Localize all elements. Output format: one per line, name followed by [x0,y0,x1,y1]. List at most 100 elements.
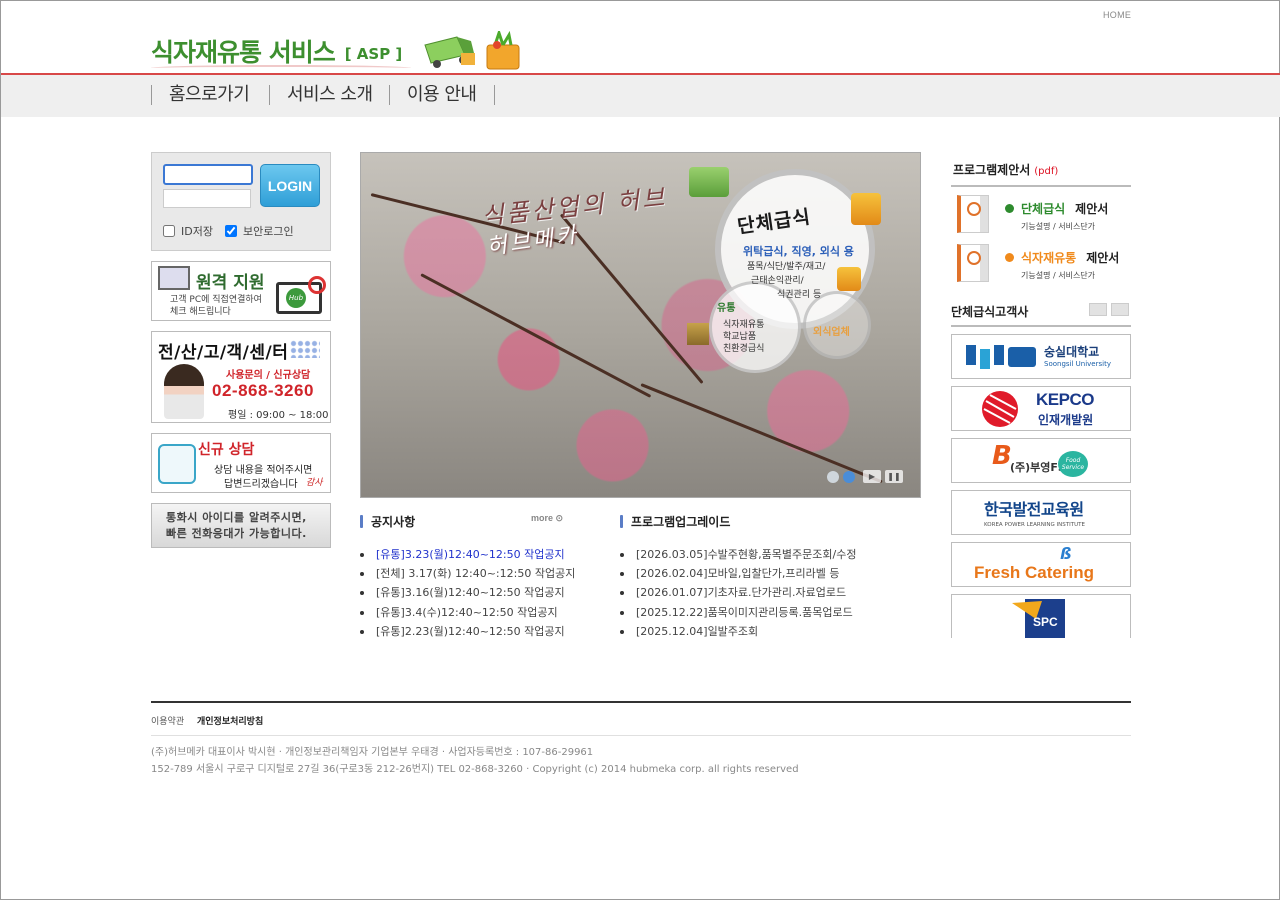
slide-dot-1[interactable] [827,471,839,483]
client-logo-kepco[interactable]: KEPCO 인재개발원 [951,386,1131,431]
hero-slideshow[interactable]: 식품산업의 허브 허브메카 단체급식 위탁급식, 직영, 외식 용 품목/식단/… [360,152,921,498]
food-document-icon [957,195,989,233]
client-name: Fresh Catering [974,563,1094,582]
nav-home[interactable]: 홈으로가기 [151,85,266,105]
pause-icon[interactable]: ❚❚ [885,470,903,483]
client-logo-fresh-catering[interactable]: ß Fresh Catering [951,542,1131,587]
client-name: SPC [1033,615,1058,629]
client-name: 한국발전교육원 [984,500,1084,519]
remote-support-banner[interactable]: 원격 지원 고객 PC에 직접연결하여 체크 해드립니다 Hub [151,261,331,321]
dots-decoration-icon [290,340,320,358]
list-item[interactable]: [2026.03.05]수발주현황,품목별주문조회/수정 [620,545,920,564]
remote-support-title: 원격 지원 [196,273,265,293]
truck-icon [424,36,475,68]
laptop-icon [158,266,190,290]
logo-asp-badge: [ ASP ] [344,45,403,63]
clients-section-title: 단체급식고객사 [951,305,1029,319]
address-copyright: 152-789 서울시 구로구 디지털로 27길 36(구로3동 212-26번… [151,764,799,775]
proposal-sub: 기능설명 / 서비스단가 [1021,222,1096,231]
hub-logo-icon: Hub [286,288,306,308]
secure-login-checkbox[interactable] [225,225,237,237]
user-id-input[interactable] [163,164,253,185]
password-input[interactable] [163,189,251,208]
footer-info: (주)허브메카 대표이사 박시현 · 개인정보관리책임자 기업본부 우태경 · … [151,744,799,778]
proposal-name: 단체급식 제안서 [1021,202,1109,216]
hero-mid-line: 친환경급식 [723,344,765,354]
upgrade-section-title: 프로그램업그레이드 [620,513,730,530]
client-sub: KOREA POWER LEARNING INSTITUTE [984,522,1085,528]
hero-circle-line: 위탁급식, 직영, 외식 용 [743,245,854,258]
hero-circle-line: 근태손익관리/ [751,276,804,286]
notice-list: [유통]3.23(월)12:40~12:50 작업공지 [전체] 3.17(화) … [360,545,600,641]
play-icon[interactable]: ▶ [863,470,881,483]
footer-separator [151,735,1131,736]
list-item[interactable]: [유통]3.23(월)12:40~12:50 작업공지 [360,545,600,564]
privacy-policy-link[interactable]: 개인정보처리방침 [197,717,263,727]
customer-center-subtitle: 사용문의 / 신규상담 [226,370,311,381]
customer-center-banner[interactable]: 전/산/고/객/센/터 사용문의 / 신규상담 02-868-3260 평일 :… [151,331,331,423]
client-logo-soongsil[interactable]: 숭실대학교 Soongsil University [951,334,1131,379]
footer-links: 이용약관 개인정보처리방침 [151,714,263,727]
customer-center-phone: 02-868-3260 [212,381,314,400]
list-item[interactable]: [유통]2.23(월)12:40~12:50 작업공지 [360,622,600,641]
nav-service-intro[interactable]: 서비스 소개 [269,85,390,105]
list-item[interactable]: [2025.12.22]품목이미지관리등록.품목업로드 [620,603,920,622]
hero-small-title: 외식업체 [813,327,850,338]
save-id-label: ID저장 [181,225,213,238]
secure-login-option[interactable]: 보안로그인 [225,223,294,239]
client-sub: Food Service [1058,451,1088,477]
clients-next-button[interactable] [1111,303,1129,316]
clients-prev-button[interactable] [1089,303,1107,316]
consult-people-icon [158,444,196,484]
hero-produce-icon [851,193,881,225]
soongsil-logo-icon [966,345,1036,369]
operator-photo [164,364,204,419]
client-logo-spc[interactable]: SPC [951,594,1131,638]
customer-center-hours: 평일 : 09:00 ~ 18:00 [228,410,329,421]
list-item[interactable]: [2026.01.07]기초자료.단가관리.자료업로드 [620,583,920,602]
client-sub: Soongsil University [1044,360,1111,368]
proposal-section-title: 프로그램제안서 (pdf) [953,163,1059,177]
slide-dot-2[interactable] [843,471,855,483]
hero-truck-icon [689,167,729,197]
site-logo[interactable]: 식자재유통 서비스 [ ASP ] [151,31,411,71]
client-name: KEPCO [1036,390,1094,409]
notice-more-link[interactable]: more ⊙ [531,513,563,524]
logo-swoosh [151,65,411,71]
proposal-item-distribution[interactable]: 식자재유통 제안서 기능설명 / 서비스단가 [957,244,1131,284]
notice-section-title: 공지사항 [360,513,415,530]
hero-crates-icon [687,323,709,345]
list-item[interactable]: [유통]3.4(수)12:40~12:50 작업공지 [360,603,600,622]
new-consult-banner[interactable]: 신규 상담 상담 내용을 적어주시면 답변드리겠습니다 감사 [151,433,331,493]
produce-box-icon [486,31,520,70]
call-note-banner: 통화시 아이디를 알려주시면, 빠른 전화응대가 가능합니다. [151,503,331,548]
save-id-checkbox[interactable] [163,225,175,237]
client-logo-kpli[interactable]: 한국발전교육원 KOREA POWER LEARNING INSTITUTE [951,490,1131,535]
secure-login-label: 보안로그인 [243,225,294,238]
footer-divider [151,701,1131,703]
hero-circle-line: 품목/식단/발주/재고/ [747,262,826,272]
login-panel: LOGIN ID저장 보안로그인 [151,152,331,251]
proposal-divider [951,185,1131,187]
list-item[interactable]: [2026.02.04]모바일,입찰단가,프리라벨 등 [620,564,920,583]
list-item[interactable]: [2025.12.04]일발주조회 [620,622,920,641]
new-consult-title: 신규 상담 [198,442,255,458]
nav-usage-guide[interactable]: 이용 안내 [389,85,493,105]
section-bar-icon [360,515,363,528]
list-item[interactable]: [유통]3.16(월)12:40~12:50 작업공지 [360,583,600,602]
proposal-name: 식자재유통 제안서 [1021,251,1120,265]
buyoung-b-icon: B [992,441,1012,471]
hero-circle-line: 식권관리 등 [777,290,822,300]
home-link[interactable]: HOME [1103,10,1131,20]
section-bar-icon [620,515,623,528]
login-button[interactable]: LOGIN [260,164,320,207]
terms-link[interactable]: 이용약관 [151,717,184,727]
client-logo-buyoung[interactable]: B (주)부영FS Food Service [951,438,1131,483]
new-consult-line2: 답변드리겠습니다 [224,479,298,490]
save-id-option[interactable]: ID저장 [163,223,213,239]
customer-center-title: 전/산/고/객/센/터 [158,343,289,363]
food-document-icon [957,244,989,282]
proposal-item-group-meal[interactable]: 단체급식 제안서 기능설명 / 서비스단가 [957,195,1131,235]
list-item[interactable]: [전체] 3.17(화) 12:40~:12:50 작업공지 [360,564,600,583]
nav-divider [494,85,495,105]
